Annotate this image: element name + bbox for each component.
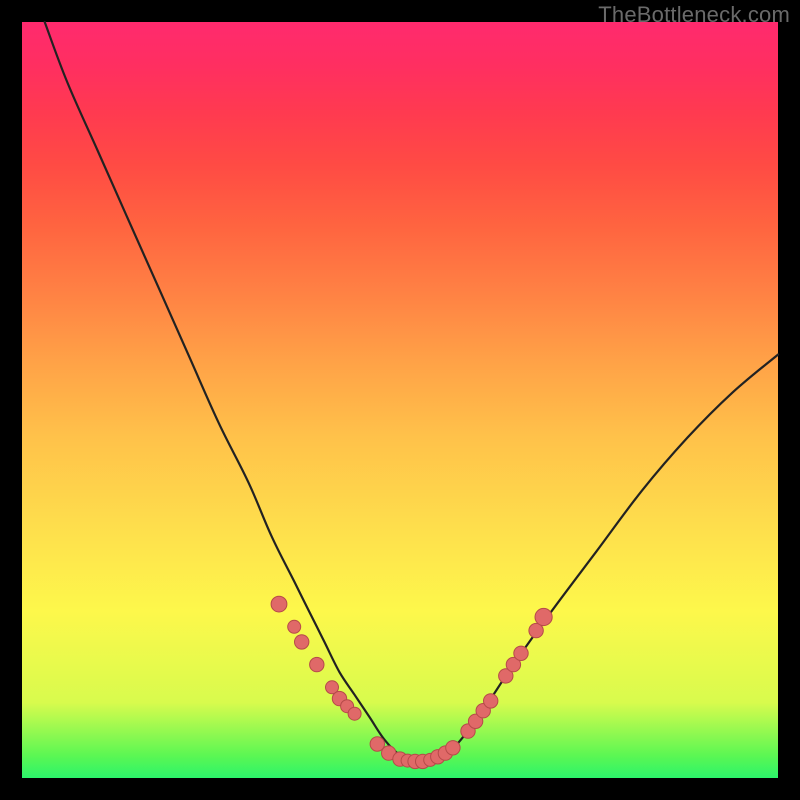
data-marker: [535, 608, 552, 625]
data-marker: [310, 657, 324, 671]
data-marker: [288, 620, 301, 633]
data-marker: [348, 707, 361, 720]
bottleneck-curve-path: [45, 22, 778, 764]
chart-frame: TheBottleneck.com: [0, 0, 800, 800]
data-marker: [484, 694, 498, 708]
data-marker: [446, 741, 460, 755]
curve-group: [45, 22, 778, 764]
chart-svg: [22, 22, 778, 778]
data-marker: [514, 646, 528, 660]
data-marker: [271, 596, 287, 612]
data-marker: [295, 635, 309, 649]
watermark-text: TheBottleneck.com: [598, 2, 790, 28]
